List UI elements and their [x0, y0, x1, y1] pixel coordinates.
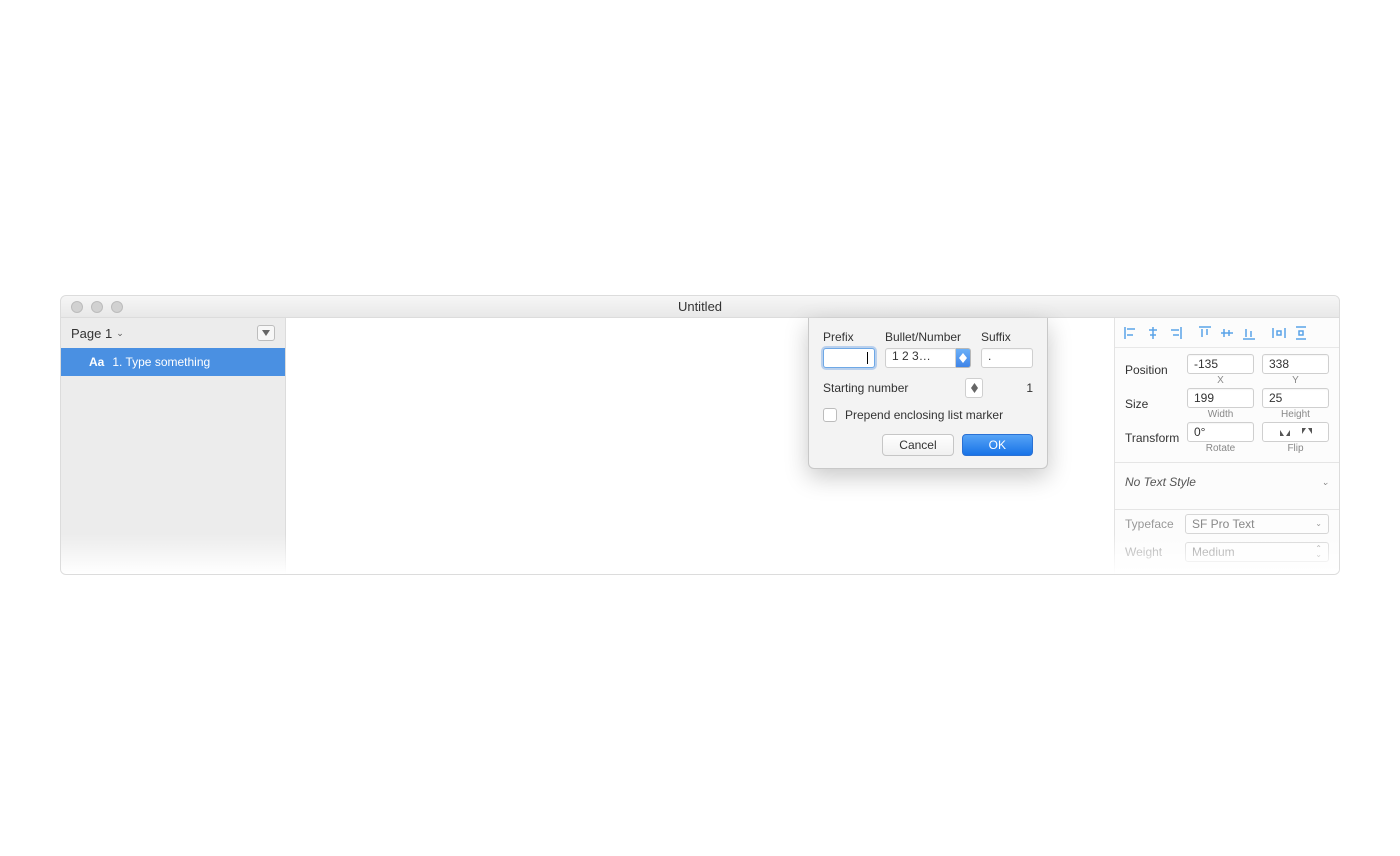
- transform-label: Transform: [1125, 431, 1187, 445]
- alignment-toolbar: [1115, 318, 1339, 348]
- triangle-down-icon: [959, 358, 967, 363]
- weight-label: Weight: [1125, 545, 1185, 559]
- text-layer-icon: Aa: [89, 355, 104, 369]
- align-center-v-icon: [1220, 326, 1234, 340]
- inspector-panel: Position X Y Size: [1114, 318, 1339, 574]
- flip-horizontal-icon[interactable]: [1279, 426, 1291, 438]
- bullet-label: Bullet/Number: [885, 330, 971, 344]
- starting-number-value: 1: [1009, 381, 1033, 395]
- traffic-lights: [71, 301, 123, 313]
- flip-controls: [1262, 422, 1329, 442]
- text-style-selector[interactable]: No Text Style ⌄: [1115, 463, 1339, 501]
- weight-select[interactable]: Medium ⌃⌄: [1185, 542, 1329, 562]
- distribute-v-button[interactable]: [1291, 324, 1311, 342]
- suffix-input[interactable]: .: [981, 348, 1033, 368]
- align-center-v-button[interactable]: [1217, 324, 1237, 342]
- align-center-h-icon: [1146, 326, 1160, 340]
- align-bottom-icon: [1242, 326, 1256, 340]
- starting-number-label: Starting number: [823, 381, 961, 395]
- rotate-input[interactable]: [1187, 422, 1254, 442]
- typeface-label: Typeface: [1125, 517, 1185, 531]
- distribute-v-icon: [1294, 326, 1308, 340]
- position-label: Position: [1125, 363, 1187, 377]
- flip-vertical-icon[interactable]: [1301, 426, 1313, 438]
- title-bar: Untitled: [61, 296, 1339, 318]
- window-title: Untitled: [678, 299, 722, 314]
- width-sublabel: Width: [1187, 409, 1254, 420]
- prepend-enclosing-checkbox[interactable]: [823, 408, 837, 422]
- chevron-down-icon: ⌄: [1315, 521, 1322, 527]
- cancel-button[interactable]: Cancel: [882, 434, 953, 456]
- app-window: Untitled Page 1 ⌄ Aa 1. Type something: [60, 295, 1340, 575]
- text-style-label: No Text Style: [1125, 475, 1196, 489]
- text-caret-icon: [867, 352, 868, 364]
- zoom-icon[interactable]: [111, 301, 123, 313]
- distribute-h-button[interactable]: [1269, 324, 1289, 342]
- align-left-icon: [1124, 326, 1138, 340]
- align-top-button[interactable]: [1195, 324, 1215, 342]
- layer-item[interactable]: Aa 1. Type something: [61, 348, 285, 376]
- align-right-icon: [1168, 326, 1182, 340]
- minimize-icon[interactable]: [91, 301, 103, 313]
- triangle-down-icon: [262, 330, 270, 336]
- close-icon[interactable]: [71, 301, 83, 313]
- align-top-icon: [1198, 326, 1212, 340]
- prepend-enclosing-label: Prepend enclosing list marker: [845, 408, 1003, 422]
- chevron-down-icon: ⌄: [116, 328, 124, 339]
- updown-icon: ⌃⌄: [1315, 546, 1322, 558]
- size-label: Size: [1125, 397, 1187, 411]
- page-selector[interactable]: Page 1 ⌄: [71, 326, 124, 341]
- prefix-input[interactable]: [823, 348, 875, 368]
- position-x-sublabel: X: [1187, 375, 1254, 386]
- list-options-dialog: Prefix Bullet/Number 1 2 3…: [808, 318, 1048, 469]
- align-left-button[interactable]: [1121, 324, 1141, 342]
- rotate-sublabel: Rotate: [1187, 443, 1254, 454]
- chevron-down-icon: ⌄: [1321, 477, 1329, 488]
- suffix-label: Suffix: [981, 330, 1033, 344]
- ok-button[interactable]: OK: [962, 434, 1033, 456]
- position-x-input[interactable]: [1187, 354, 1254, 374]
- position-y-input[interactable]: [1262, 354, 1329, 374]
- page-label: Page 1: [71, 326, 112, 341]
- starting-number-stepper[interactable]: [965, 378, 983, 398]
- typeface-select[interactable]: SF Pro Text ⌄: [1185, 514, 1329, 534]
- position-y-sublabel: Y: [1262, 375, 1329, 386]
- height-sublabel: Height: [1262, 409, 1329, 420]
- canvas[interactable]: Prefix Bullet/Number 1 2 3…: [286, 318, 1114, 574]
- distribute-h-icon: [1272, 326, 1286, 340]
- align-bottom-button[interactable]: [1239, 324, 1259, 342]
- layer-name: 1. Type something: [112, 355, 210, 369]
- align-center-h-button[interactable]: [1143, 324, 1163, 342]
- triangle-down-icon: [971, 388, 978, 393]
- width-input[interactable]: [1187, 388, 1254, 408]
- bullet-number-select[interactable]: 1 2 3…: [885, 348, 956, 368]
- pages-dropdown-button[interactable]: [257, 325, 275, 341]
- flip-sublabel: Flip: [1262, 443, 1329, 454]
- height-input[interactable]: [1262, 388, 1329, 408]
- align-right-button[interactable]: [1165, 324, 1185, 342]
- bullet-number-dropdown-button[interactable]: [956, 348, 971, 368]
- layers-sidebar: Page 1 ⌄ Aa 1. Type something: [61, 318, 286, 574]
- prefix-label: Prefix: [823, 330, 875, 344]
